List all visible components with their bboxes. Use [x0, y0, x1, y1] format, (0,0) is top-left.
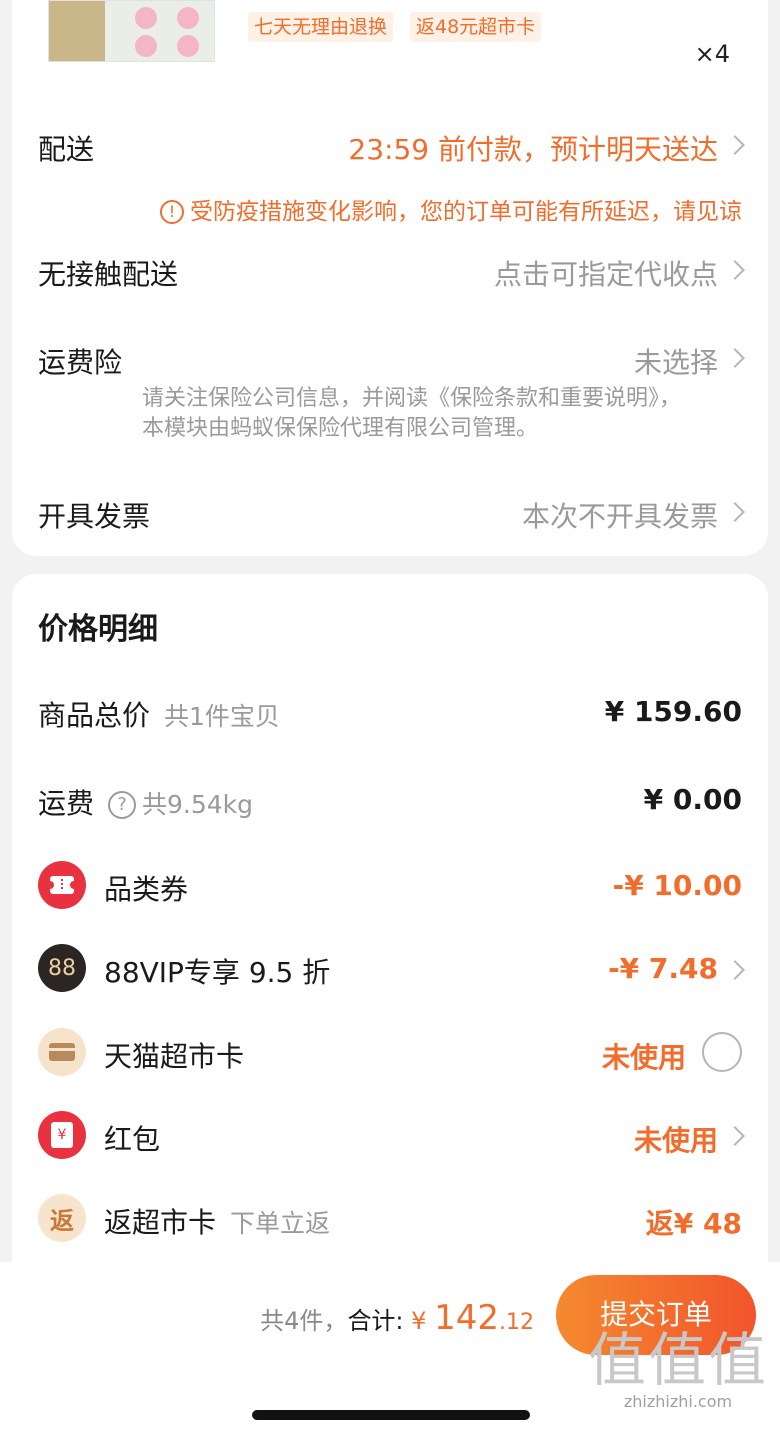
shipping-label: 运费? 共9.54kg — [38, 787, 254, 820]
subtotal-label: 商品总价 共1件宝贝 — [38, 699, 280, 732]
home-indicator[interactable] — [252, 1410, 530, 1420]
chevron-right-icon — [725, 135, 745, 155]
order-options-card: 七天无理由退换 返48元超市卡 ×4 配送 23:59 前付款，预计明天送达 !… — [12, 0, 768, 556]
rebate-icon: 返 — [38, 1194, 86, 1242]
total-label: 合计: — [347, 1307, 404, 1335]
item-count: 共4件， — [260, 1307, 348, 1335]
vip-88-icon: 88 — [38, 944, 86, 992]
chevron-right-icon — [725, 260, 745, 280]
tmall-card-radio[interactable] — [702, 1032, 742, 1072]
watermark-url: zhizhizhi.com — [623, 1392, 733, 1411]
delivery-value: 23:59 前付款，预计明天送达 — [348, 133, 718, 166]
coupon-label: 品类券 — [104, 873, 189, 906]
delay-notice-text: 受防疫措施变化影响，您的订单可能有所延迟，请见谅 — [190, 199, 742, 225]
invoice-label: 开具发票 — [38, 500, 151, 533]
chevron-right-icon — [725, 1126, 745, 1146]
invoice-value: 本次不开具发票 — [521, 500, 718, 533]
coupon-icon — [38, 861, 86, 909]
red-packet-icon: ¥ — [38, 1111, 86, 1159]
vip-amount: -¥ 7.48 — [608, 952, 718, 985]
red-packet-status: 未使用 — [633, 1124, 718, 1157]
rebate-sub: 下单立返 — [230, 1209, 331, 1238]
contactless-value: 点击可指定代收点 — [493, 258, 718, 291]
rebate-label: 返超市卡 下单立返 — [104, 1206, 331, 1239]
vip-label: 88VIP专享 9.5 折 — [104, 956, 331, 989]
shipping-amount: ¥ 0.00 — [643, 783, 742, 816]
currency-symbol: ¥ — [411, 1307, 427, 1335]
card-icon — [38, 1028, 86, 1076]
red-packet-label: 红包 — [104, 1123, 161, 1156]
chevron-right-icon — [725, 960, 745, 980]
product-quantity: ×4 — [694, 40, 730, 68]
chevron-right-icon — [725, 502, 745, 522]
order-total: 共4件，合计: ¥ 142.12 — [260, 1298, 534, 1338]
insurance-label: 运费险 — [38, 346, 123, 379]
delay-notice: ! 受防疫措施变化影响，您的订单可能有所延迟，请见谅 — [160, 192, 742, 226]
checkout-bar: 共4件，合计: ¥ 142.12 提交订单 值值值 zhizhizhi.com — [0, 1262, 780, 1436]
help-icon[interactable]: ? — [108, 791, 137, 819]
warning-icon: ! — [160, 200, 184, 224]
insurance-note: 请关注保险公司信息，并阅读《保险条款和重要说明》，本模块由蚂蚁保保险代理有限公司… — [142, 386, 682, 441]
tag-seven-day-return: 七天无理由退换 — [248, 12, 394, 42]
subtotal-count: 共1件宝贝 — [164, 702, 280, 731]
price-detail-title: 价格明细 — [38, 612, 158, 647]
subtotal-amount: ¥ 159.60 — [604, 695, 742, 728]
total-integer: 142 — [434, 1298, 499, 1338]
contactless-label: 无接触配送 — [38, 258, 179, 291]
tmall-card-status: 未使用 — [601, 1041, 686, 1074]
watermark: 值值值 zhizhizhi.com — [588, 1328, 768, 1411]
shipping-weight: 共9.54kg — [142, 790, 254, 819]
tag-rebate-card: 返48元超市卡 — [410, 12, 542, 42]
delivery-label: 配送 — [38, 133, 95, 166]
coupon-amount: -¥ 10.00 — [612, 869, 742, 902]
chevron-right-icon — [725, 348, 745, 368]
rebate-amount: 返¥ 48 — [645, 1207, 742, 1240]
watermark-logo: 值值值 — [587, 1326, 768, 1394]
price-detail-card: 价格明细 商品总价 共1件宝贝 ¥ 159.60 运费? 共9.54kg ¥ 0.0… — [12, 574, 768, 1274]
insurance-value: 未选择 — [633, 346, 718, 379]
total-decimal: .12 — [499, 1310, 534, 1335]
tmall-card-label: 天猫超市卡 — [104, 1040, 245, 1073]
product-thumbnail[interactable] — [48, 0, 215, 62]
